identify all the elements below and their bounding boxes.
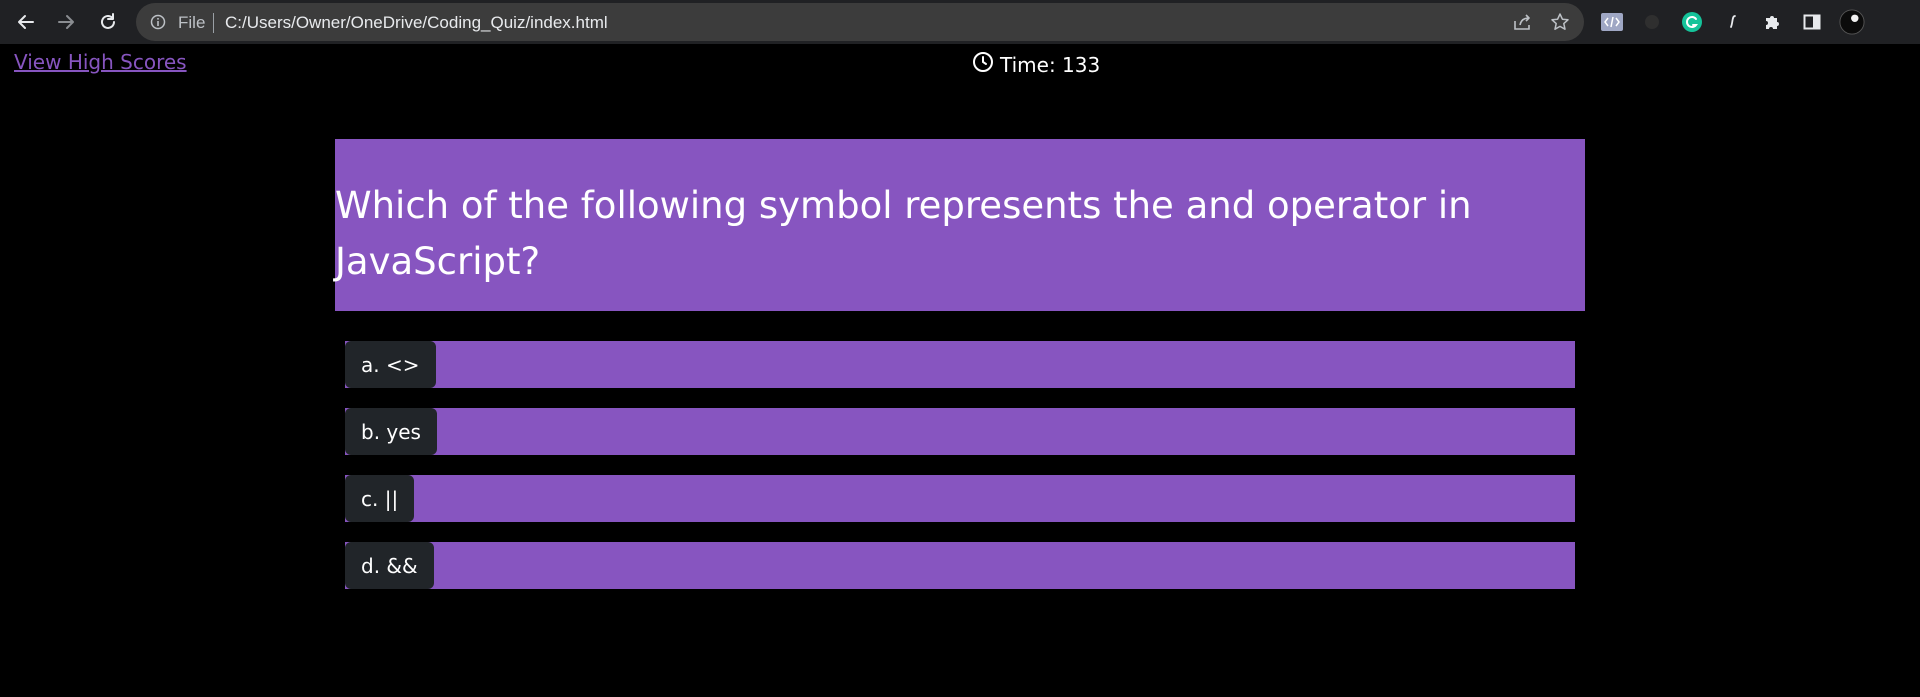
answer-row: c. ||	[345, 475, 1575, 522]
forward-icon[interactable]	[54, 10, 78, 34]
answer-button-b[interactable]: b. yes	[345, 408, 437, 455]
view-high-scores-link[interactable]: View High Scores	[14, 50, 187, 74]
answer-row: b. yes	[345, 408, 1575, 455]
side-panel-icon[interactable]	[1799, 9, 1825, 35]
answer-row: a. <>	[345, 341, 1575, 388]
profile-avatar[interactable]	[1839, 9, 1865, 35]
answer-button-d[interactable]: d. &&	[345, 542, 434, 589]
answer-button-c[interactable]: c. ||	[345, 475, 415, 522]
question-card: Which of the following symbol represents…	[335, 139, 1585, 311]
share-icon[interactable]	[1512, 12, 1534, 32]
answer-button-a[interactable]: a. <>	[345, 341, 436, 388]
info-icon[interactable]	[150, 14, 166, 30]
scheme-label: File	[178, 13, 206, 32]
quiz-page: View High Scores Time: 133 Which of the …	[0, 44, 1920, 697]
answer-row: d. &&	[345, 542, 1575, 589]
star-icon[interactable]	[1550, 12, 1570, 32]
question-text: Which of the following symbol represents…	[335, 184, 1472, 283]
address-bar[interactable]: File C:/Users/Owner/OneDrive/Coding_Quiz…	[136, 3, 1584, 41]
clock-icon	[972, 51, 994, 78]
reload-icon[interactable]	[96, 10, 120, 34]
url-text[interactable]: C:/Users/Owner/OneDrive/Coding_Quiz/inde…	[225, 13, 608, 33]
extension-icon[interactable]	[1639, 9, 1665, 35]
code-extension-icon[interactable]	[1599, 9, 1625, 35]
browser-toolbar: File C:/Users/Owner/OneDrive/Coding_Quiz…	[0, 0, 1920, 44]
timer-label: Time: 133	[1000, 52, 1101, 77]
timer: Time: 133	[972, 51, 1100, 78]
back-icon[interactable]	[14, 10, 38, 34]
divider	[213, 13, 214, 33]
puzzle-icon[interactable]	[1759, 9, 1785, 35]
grammarly-icon[interactable]	[1679, 9, 1705, 35]
script-extension-icon[interactable]	[1720, 9, 1746, 35]
